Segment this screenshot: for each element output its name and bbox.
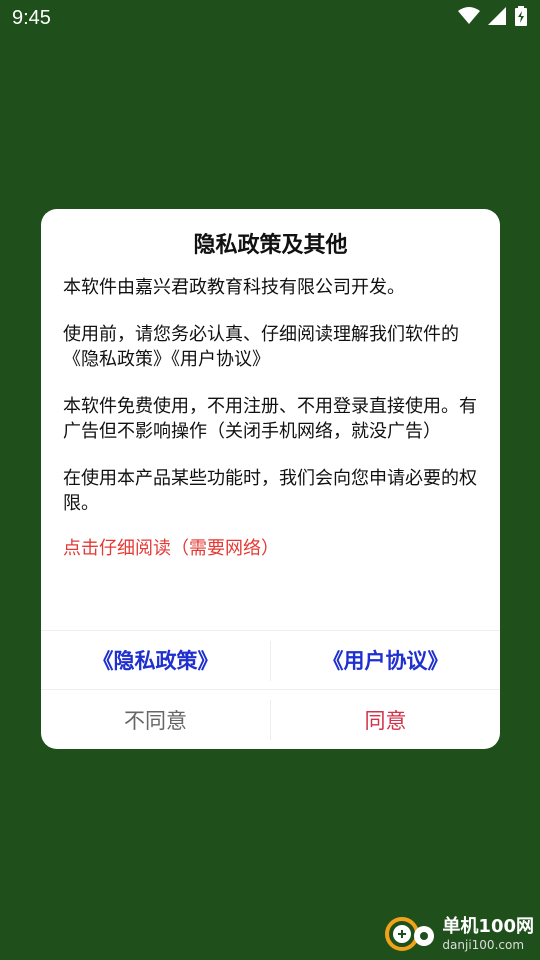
watermark-brand: 单机100网	[442, 915, 534, 937]
dialog-body: 本软件由嘉兴君政教育科技有限公司开发。 使用前，请您务必认真、仔细阅读理解我们软…	[63, 275, 478, 583]
battery-icon	[514, 6, 528, 30]
paragraph-developer: 本软件由嘉兴君政教育科技有限公司开发。	[63, 277, 405, 298]
status-time: 9:45	[12, 6, 51, 29]
wifi-icon	[458, 7, 480, 29]
dialog-title: 隐私政策及其他	[193, 233, 348, 258]
paragraph-permissions: 在使用本产品某些功能时，我们会向您申请必要的权限。	[63, 468, 477, 514]
status-icons	[458, 6, 528, 30]
disagree-button[interactable]: 不同意	[41, 690, 270, 749]
status-bar: 9:45	[0, 0, 540, 36]
watermark-url: danji100.com	[442, 937, 525, 952]
logo-icon	[384, 912, 436, 956]
agree-button[interactable]: 同意	[271, 690, 500, 749]
watermark-text: 单机100网 danji100.com	[442, 915, 534, 952]
signal-icon	[488, 7, 506, 29]
read-detail-link[interactable]: 点击仔细阅读（需要网络）	[63, 536, 478, 561]
paragraph-free-usage: 本软件免费使用，不用注册、不用登录直接使用。有广告但不影响操作（关闭手机网络，就…	[63, 396, 477, 442]
privacy-dialog: 隐私政策及其他 本软件由嘉兴君政教育科技有限公司开发。 使用前，请您务必认真、仔…	[41, 209, 500, 749]
privacy-policy-button[interactable]: 《隐私政策》	[41, 631, 270, 689]
user-agreement-button[interactable]: 《用户协议》	[271, 631, 500, 689]
watermark: 单机100网 danji100.com	[384, 912, 534, 956]
paragraph-read-notice: 使用前，请您务必认真、仔细阅读理解我们软件的《隐私政策》《用户协议》	[63, 324, 459, 370]
